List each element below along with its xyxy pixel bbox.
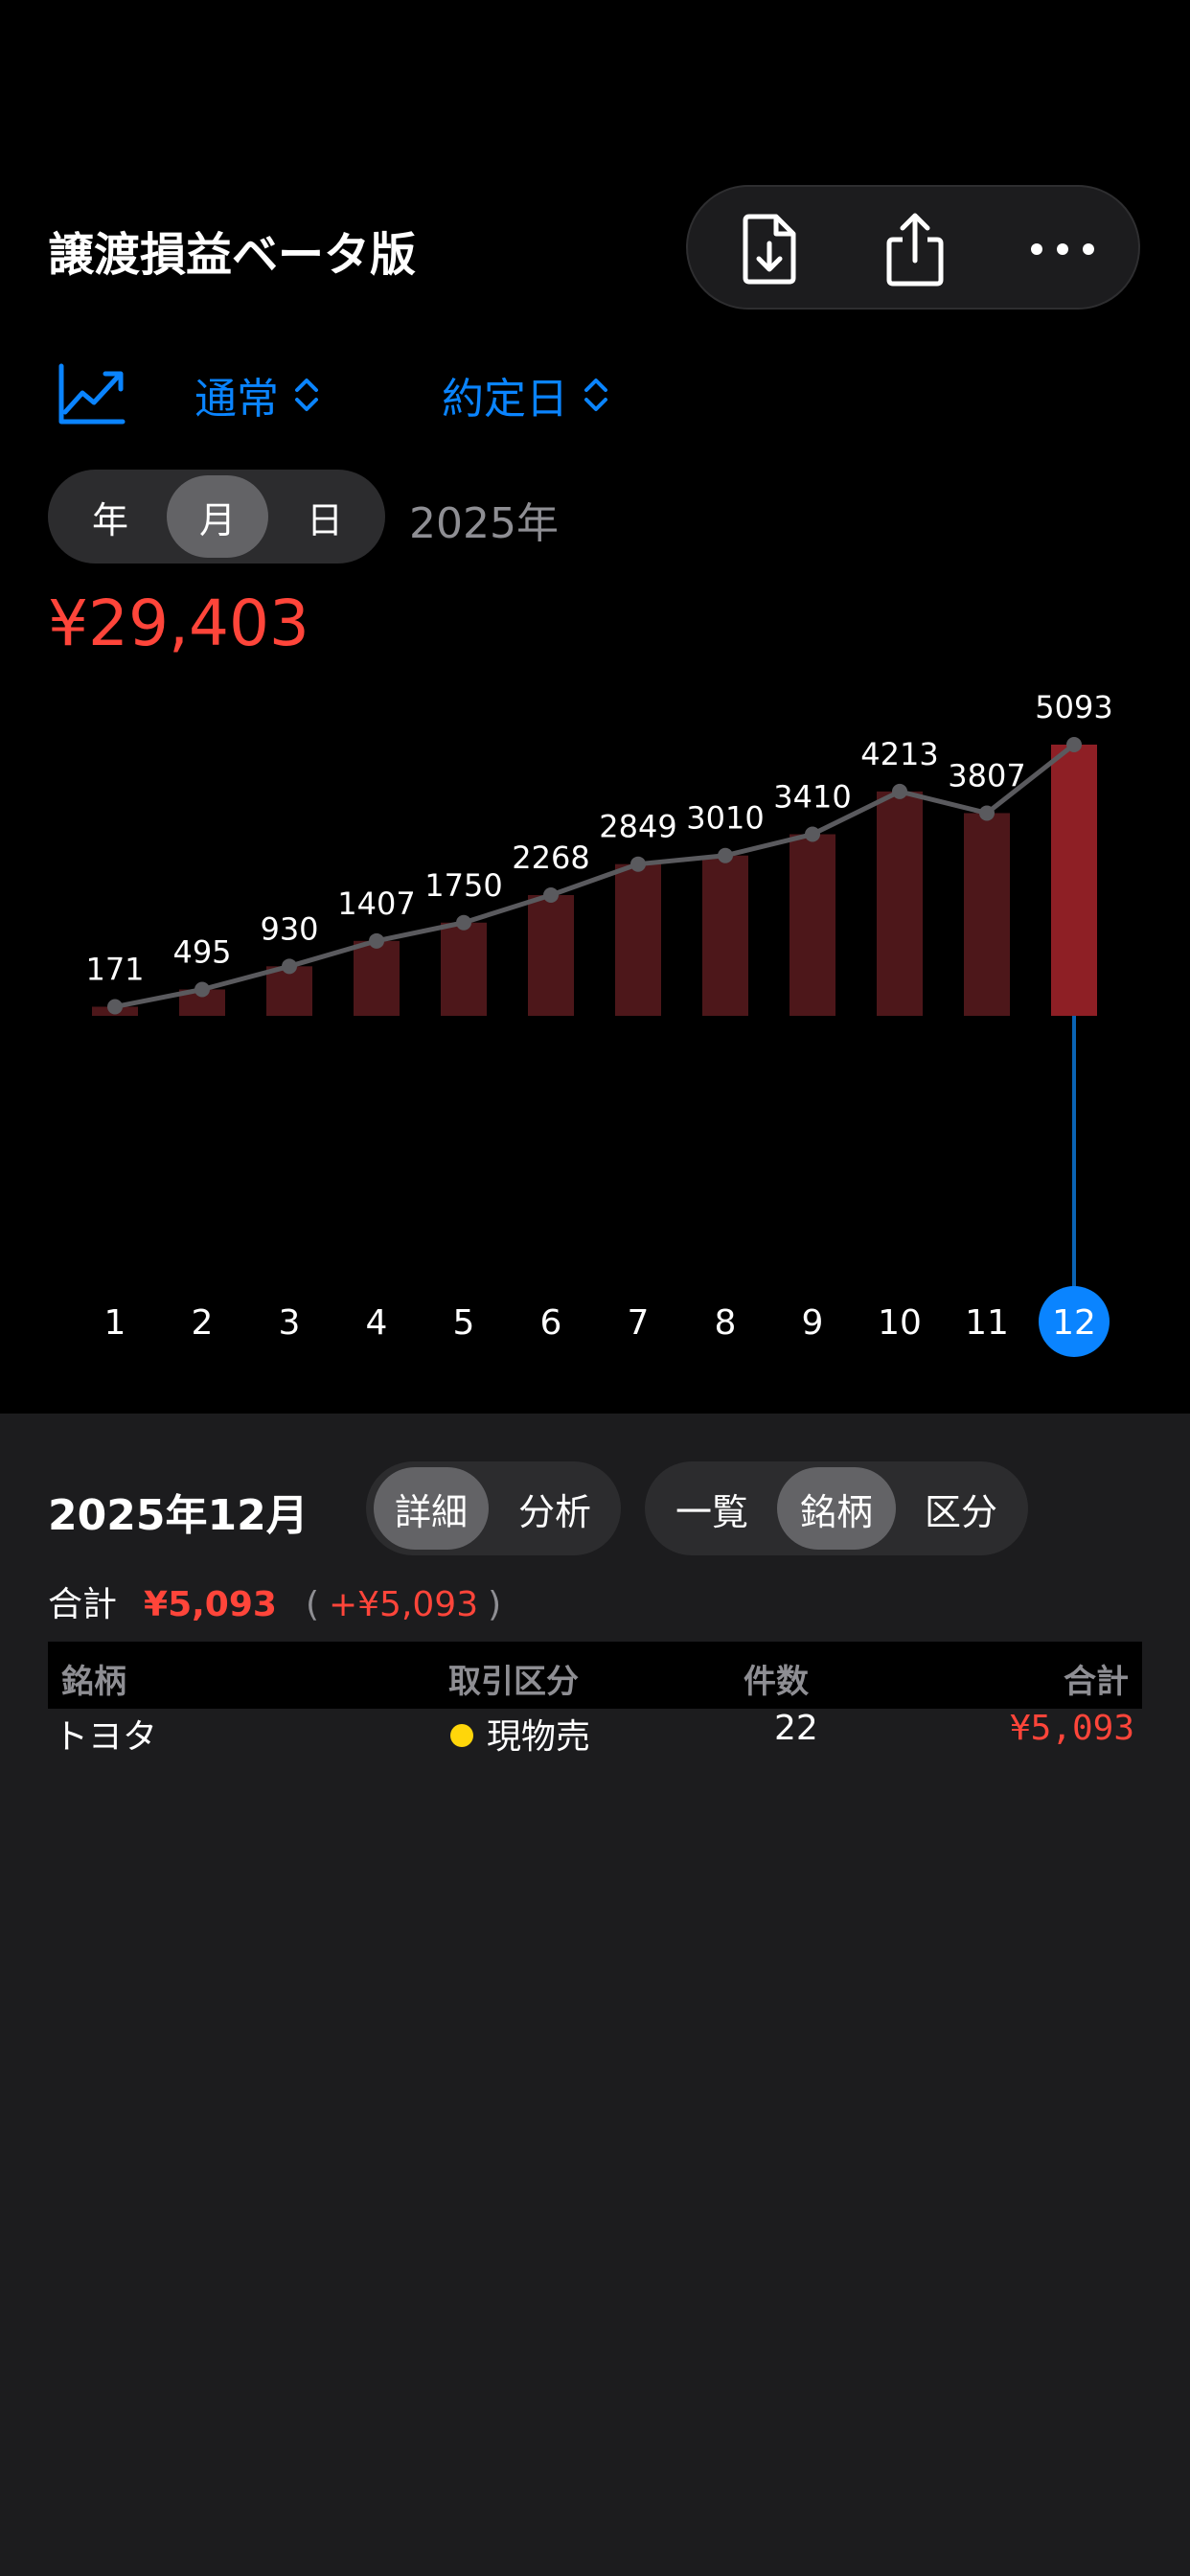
view-segmented-control: 詳細 分析	[366, 1461, 621, 1555]
point-3	[282, 958, 297, 975]
share-icon	[886, 213, 944, 287]
chart-svg: 171 4959301407175022682849 301034104213380…	[85, 689, 1113, 1357]
point-11	[979, 805, 995, 821]
date-basis-picker[interactable]: 約定日	[442, 364, 610, 426]
point-9	[805, 826, 820, 842]
view-tab-detail[interactable]: 詳細	[374, 1467, 489, 1550]
column-header-type[interactable]: 取引区分	[448, 1655, 579, 1702]
value-label-4: 1407	[337, 886, 415, 922]
value-label-3: 930	[260, 910, 318, 947]
doc-download-icon	[743, 214, 796, 285]
period-tab-year[interactable]: 年	[59, 475, 161, 558]
trend-line	[114, 743, 1076, 1009]
point-4	[369, 932, 384, 949]
line-chart-icon	[58, 363, 126, 425]
more-button[interactable]	[1019, 206, 1106, 292]
group-tab-stock[interactable]: 銘柄	[777, 1467, 896, 1550]
value-label-12: 5093	[1035, 689, 1112, 725]
x-tick-10: 10	[878, 1303, 922, 1343]
chevron-up-down-icon	[584, 379, 607, 411]
bar-5	[441, 922, 487, 1016]
chart-type-button[interactable]	[57, 362, 126, 427]
summary-close-paren: )	[488, 1585, 502, 1624]
point-7	[630, 856, 646, 872]
summary-open-paren: (	[305, 1585, 319, 1624]
stock-table: 銘柄 取引区分 件数 合計 トヨタ 現物売 22 ¥5,093	[48, 1642, 1142, 1766]
group-tab-category[interactable]: 区分	[902, 1467, 1020, 1550]
view-tab-analysis[interactable]: 分析	[496, 1467, 613, 1550]
bar-11	[964, 813, 1010, 1016]
x-tick-5: 5	[453, 1303, 475, 1343]
bar-8	[702, 855, 748, 1016]
value-label-8: 3010	[686, 800, 764, 837]
column-header-count[interactable]: 件数	[744, 1655, 809, 1702]
x-tick-3: 3	[279, 1303, 301, 1343]
group-segmented-control: 一覧 銘柄 区分	[645, 1461, 1028, 1555]
point-10	[892, 783, 907, 799]
date-basis-label: 約定日	[442, 375, 568, 424]
bar-4	[354, 940, 400, 1016]
value-label-7: 2849	[599, 809, 676, 845]
row-type-label: 現物売	[487, 1717, 591, 1757]
x-tick-6: 6	[540, 1303, 562, 1343]
bar-6	[528, 894, 574, 1016]
detail-title: 2025年12月	[48, 1491, 309, 1540]
row-total: ¥5,093	[1009, 1709, 1134, 1748]
value-label-5: 1750	[424, 867, 502, 904]
bar-10	[877, 791, 923, 1016]
value-label-11: 3807	[948, 757, 1025, 794]
export-button[interactable]	[726, 206, 812, 292]
x-tick-4: 4	[366, 1303, 388, 1343]
table-row[interactable]: トヨタ 現物売 22 ¥5,093	[48, 1709, 1142, 1766]
total-amount: ¥29,403	[48, 586, 309, 660]
share-button[interactable]	[872, 206, 958, 292]
summary-row: 合計 ¥5,093 ( +¥5,093 )	[48, 1576, 501, 1626]
period-tab-month[interactable]: 月	[167, 475, 268, 558]
year-selector[interactable]: 2025年	[409, 489, 559, 550]
chevron-up-down-icon	[295, 379, 318, 411]
toolbar	[686, 185, 1140, 310]
value-label-6: 2268	[512, 840, 589, 876]
period-tab-day[interactable]: 日	[274, 475, 376, 558]
x-tick-11: 11	[965, 1303, 1009, 1343]
spot-sell-dot-icon	[450, 1724, 473, 1747]
x-tick-7: 7	[628, 1303, 650, 1343]
value-label-10: 4213	[860, 736, 938, 772]
x-tick-8: 8	[715, 1303, 737, 1343]
value-label-9: 3410	[773, 779, 851, 816]
x-tick-9: 9	[802, 1303, 824, 1343]
column-header-total[interactable]: 合計	[1064, 1655, 1129, 1702]
mode-picker[interactable]: 通常	[195, 364, 321, 426]
value-label-2: 495	[172, 933, 231, 970]
x-tick-2: 2	[192, 1303, 214, 1343]
point-2	[195, 981, 210, 998]
bar-9	[790, 834, 835, 1016]
page-title: 譲渡損益ベータ版	[48, 228, 417, 282]
x-tick-12: 12	[1052, 1303, 1096, 1343]
table-header: 銘柄 取引区分 件数 合計	[48, 1642, 1142, 1709]
point-12	[1066, 737, 1082, 752]
value-label-1: 171	[85, 951, 144, 987]
chart-panel: 譲渡損益ベータ版 通常 約定日 年 月 日 2025年 ¥29,403 171 …	[0, 0, 1190, 1414]
row-type: 現物売	[450, 1709, 590, 1759]
ellipsis-icon	[1031, 243, 1094, 255]
group-tab-list[interactable]: 一覧	[652, 1467, 771, 1550]
row-stock-name: トヨタ	[54, 1717, 158, 1757]
point-5	[456, 914, 471, 931]
period-segmented-control: 年 月 日	[48, 470, 385, 564]
summary-label: 合計	[48, 1585, 118, 1624]
point-8	[718, 847, 733, 863]
bar-12	[1051, 745, 1097, 1016]
summary-value: ¥5,093	[144, 1585, 277, 1624]
x-tick-1: 1	[104, 1303, 126, 1343]
point-1	[107, 999, 123, 1015]
bar-7	[615, 863, 661, 1016]
mode-label: 通常	[195, 375, 279, 424]
row-count: 22	[774, 1709, 818, 1748]
summary-delta: +¥5,093	[328, 1585, 479, 1624]
monthly-chart[interactable]: 171 495 930 1407 1750 2268 2849 3010 3410 4213 380…	[0, 671, 1190, 1380]
column-header-stock[interactable]: 銘柄	[61, 1655, 126, 1702]
point-6	[543, 886, 559, 903]
